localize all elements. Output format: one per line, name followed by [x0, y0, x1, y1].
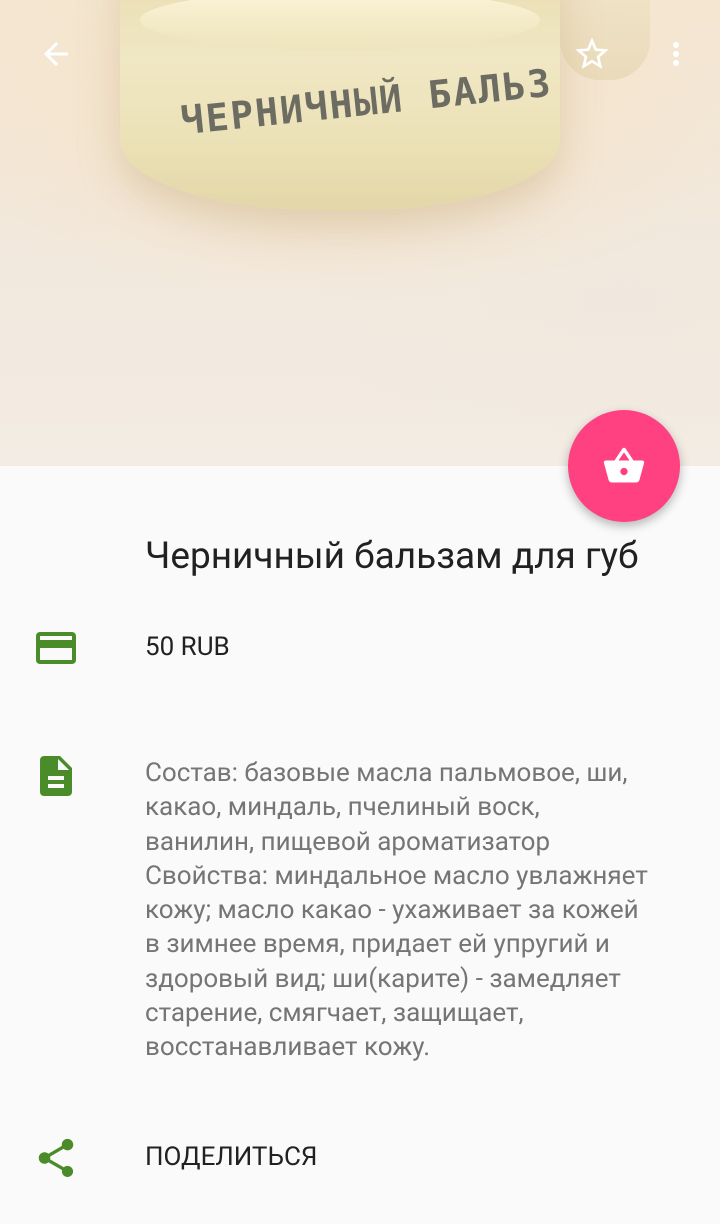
document-icon	[40, 756, 72, 796]
description-line: здоровый вид; ши(карите) - замедляет	[145, 963, 621, 994]
jar-label-text: ЧЕРНИЧНЫЙ БАЛЬЗ	[178, 60, 555, 144]
description-line: какао, миндаль, пчелиный воск,	[145, 792, 540, 823]
credit-card-icon	[36, 632, 76, 664]
share-icon-wrap[interactable]	[32, 1134, 80, 1182]
more-options-button[interactable]	[648, 26, 704, 82]
star-outline-icon	[575, 37, 609, 69]
description-line: Состав: базовые масла пальмовое, ши,	[145, 758, 628, 788]
description-line: старение, смягчает, защищает,	[145, 998, 524, 1029]
share-button[interactable]: ПОДЕЛИТЬСЯ	[145, 1142, 317, 1172]
basket-icon	[603, 447, 645, 483]
description-line: Свойства: миндальное масло увлажняет	[145, 860, 648, 891]
more-vert-icon	[673, 42, 679, 66]
add-to-cart-button[interactable]	[568, 410, 680, 522]
favorite-button[interactable]	[564, 26, 620, 82]
price-icon-wrap	[32, 624, 80, 672]
product-title: Черничный бальзам для губ	[145, 535, 639, 578]
share-icon	[38, 1138, 74, 1178]
product-description: Состав: базовые масла пальмовое, ши, как…	[145, 756, 705, 1065]
back-button[interactable]	[28, 26, 84, 82]
description-icon-wrap	[32, 752, 80, 800]
description-line: восстанавливает кожу.	[145, 1032, 431, 1063]
arrow-back-icon	[44, 42, 68, 66]
balm-jar: ЧЕРНИЧНЫЙ БАЛЬЗ	[120, 0, 560, 210]
description-line: кожу; масло какао - ухаживает за кожей	[145, 895, 639, 926]
description-line: в зимнее время, придает ей упругий и	[145, 929, 610, 960]
description-line: ванилин, пищевой ароматизатор	[145, 826, 551, 857]
product-price: 50 RUB	[145, 632, 230, 662]
